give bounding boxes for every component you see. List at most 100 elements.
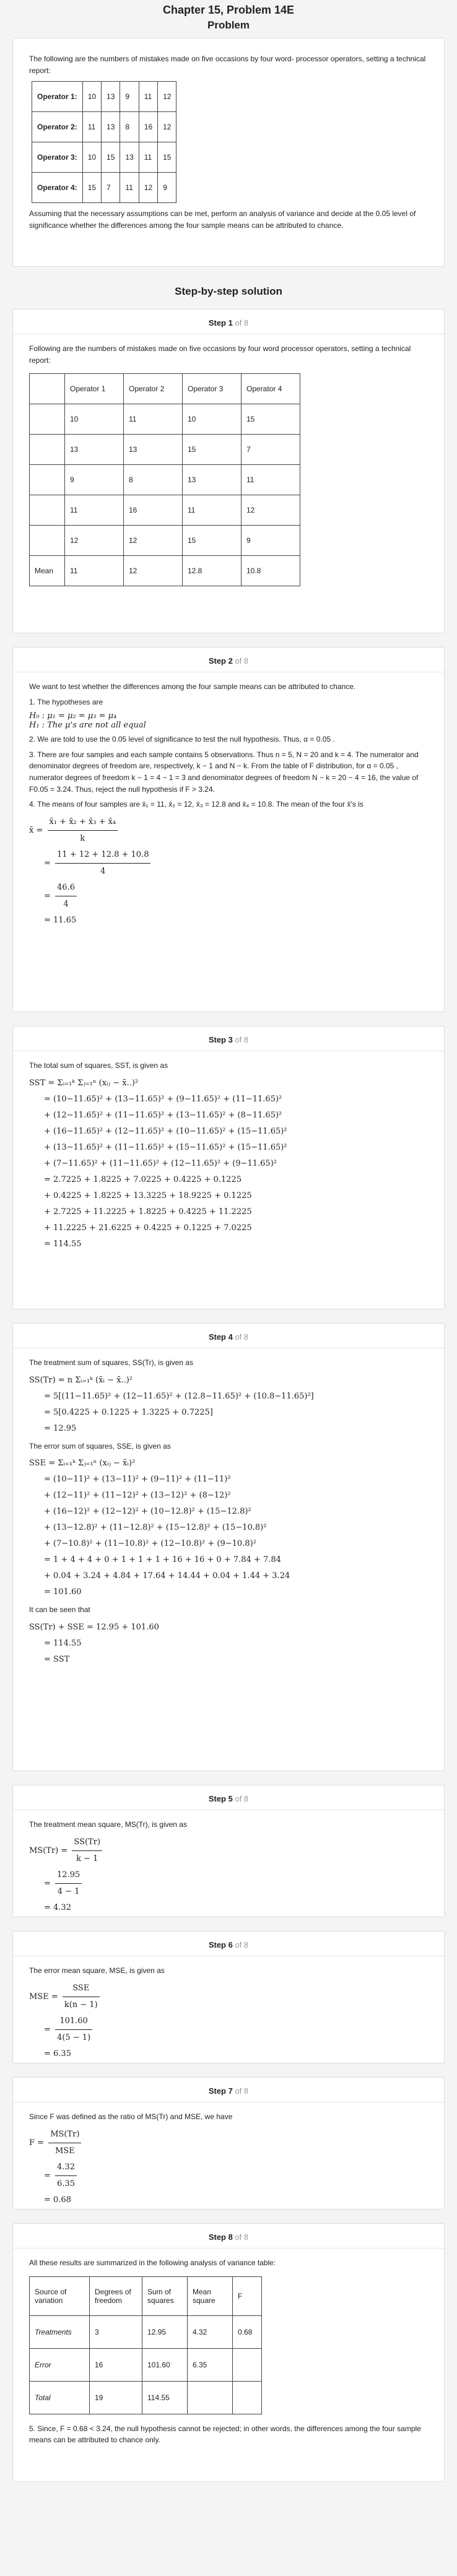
equation-line: = 114.55 [44,1638,82,1648]
table-cell: 12 [157,81,177,113]
equation-line: SSE = Σᵢ₌₁ᵏ Σⱼ₌₁ⁿ (xᵢⱼ − x̄ᵢ)² [29,1459,136,1468]
step-count: of 8 [235,2086,249,2096]
numerator: 12.95 [55,1867,82,1884]
table-row: 9 8 13 11 [29,464,300,496]
step-count: of 8 [235,1035,249,1044]
table-cell: 13 [182,464,242,496]
grand-mean-line-2: = 11 + 12 + 12.8 + 10.8 4 [29,847,428,880]
fraction: 46.6 4 [55,880,77,913]
table-cell: 12.95 [142,2315,188,2349]
conclusion: 5. Since, F = 0.68 < 3.24, the null hypo… [29,2424,421,2445]
table-cell: 10 [64,404,124,435]
table-cell: 0.68 [232,2315,262,2349]
step-label: Step 5 [208,1794,233,1803]
table-cell: 16 [89,2348,142,2382]
step-2-card: Step 2 of 8 We want to test whether the … [12,647,445,1012]
step-7-text: Since F was defined as the ratio of MS(T… [29,2112,233,2121]
problem-heading: Problem [207,19,250,31]
alt-hypothesis: H₁ : The μ's are not all equal [29,721,146,731]
table-cell: 6.35 [187,2348,233,2382]
table-cell [29,404,65,435]
equation-line: + (12−11)² + (11−12)² + (13−12)² + (8−12… [44,1491,231,1501]
table-cell: 13 [101,111,121,143]
step-2-p1: We want to test whether the differences … [29,682,356,691]
table-cell: 10 [182,404,242,435]
step-8-text: All these results are summarized in the … [29,2258,276,2267]
table-row: Operator 1: 10 13 9 11 12 [32,81,177,113]
table-cell: Operator 2: [32,111,83,143]
problem-table: Operator 1: 10 13 9 11 12 Operator 2: 11 13 8 16 12… [32,81,177,204]
step-count: of 8 [235,2232,249,2242]
equation-line: + (13−11.65)² + (11−11.65)² + (15−11.65)… [44,1142,287,1152]
table-cell [29,495,65,526]
step-label: Step 3 [208,1035,233,1044]
denominator: 4 [63,899,69,909]
problem-outro: Assuming that the necessary assumptions … [29,209,416,230]
table-cell: Error [29,2348,90,2382]
table-cell: 9 [120,81,139,113]
problem-intro: The following are the numbers of mistake… [29,54,426,75]
table-header-cell: Operator 2 [123,373,183,405]
equation-line: = 1 + 4 + 4 + 0 + 1 + 1 + 1 + 16 + 16 + … [44,1555,281,1565]
f-line-2: = 4.32 6.35 [29,2159,428,2192]
numerator: SSE [62,1980,100,1997]
step-2-p2: 1. The hypotheses are [29,697,103,706]
mstr-equation: MS(Tr) = SS(Tr) k − 1 [29,1834,428,1867]
step-2-p3: 2. We are told to use the 0.05 level of … [29,735,335,744]
numerator: 11 + 12 + 12.8 + 10.8 [55,847,151,864]
equation-line: = 5[0.4225 + 0.1225 + 1.3225 + 0.7225] [44,1407,213,1417]
table-row: Treatments 3 12.95 4.32 0.68 [29,2315,262,2349]
sstr-equation: SS(Tr) = n Σᵢ₌₁ᵏ (x̄ᵢ − x̄..)² = 5[(11−11… [29,1373,428,1437]
eq-lhs: x̄ = [29,825,43,835]
table-row: 10 11 10 15 [29,404,300,435]
table-cell: 11 [82,111,102,143]
step-4-text-2: The error sum of squares, SSE, is given … [29,1441,171,1451]
step-5-text: The treatment mean square, MS(Tr), is gi… [29,1820,187,1829]
equation-line: + (16−12)² + (12−12)² + (10−12.8)² + (15… [44,1507,251,1517]
equation-line: + 11.2225 + 21.6225 + 0.4225 + 0.1225 + … [44,1223,252,1233]
table-header-cell: Operator 1 [64,373,124,405]
equation-line: + 0.04 + 3.24 + 4.84 + 17.64 + 14.44 + 0… [44,1571,290,1581]
step-count: of 8 [235,318,249,327]
table-cell: 16 [123,495,183,526]
page-title: Chapter 15, Problem 14E [162,4,295,16]
table-row: Operator 2: 11 13 8 16 12 [32,111,177,143]
equation-line: = 5[(11−11.65)² + (12−11.65)² + (12.8−11… [44,1391,314,1401]
numerator: 4.32 [55,2159,77,2176]
table-cell: 101.60 [142,2348,188,2382]
table-cell: 11 [241,464,300,496]
table-cell: 10.8 [241,555,300,587]
equation-line: SS(Tr) = n Σᵢ₌₁ᵏ (x̄ᵢ − x̄..)² [29,1375,133,1385]
table-cell: 15 [101,142,121,173]
table-cell [29,434,65,466]
equation-line: + (12−11.65)² + (11−11.65)² + (13−11.65)… [44,1110,282,1120]
table-header-row: Operator 1 Operator 2 Operator 3 Operator 4 [29,373,300,405]
table-cell: 13 [64,434,124,466]
denominator: k(n − 1) [64,2000,98,2010]
table-cell: 11 [182,495,242,526]
step-3-text: The total sum of squares, SST, is given … [29,1061,168,1070]
table-cell: 11 [138,142,159,173]
table-header-cell: Mean square [187,2276,233,2316]
table-cell: 15 [82,172,102,204]
f-equation: F = MS(Tr) MSE [29,2127,428,2159]
table-cell: Operator 1: [32,81,83,113]
table-row: 11 16 11 12 [29,495,300,526]
step-7-card: Step 7 of 8 Since F was defined as the r… [12,2077,445,2210]
table-cell [29,525,65,557]
denominator: 4 − 1 [57,1886,80,1896]
denominator: k [80,833,85,843]
equation-line: + 2.7225 + 11.2225 + 1.8225 + 0.4225 + 1… [44,1207,252,1216]
eq-lhs: MSE = [29,1992,58,2001]
table-row: Operator 3: 10 15 13 11 15 [32,142,177,173]
numerator: MS(Tr) [48,2127,82,2143]
step-label: Step 1 [208,318,233,327]
table-row: Error 16 101.60 6.35 [29,2348,262,2382]
table-cell: 11 [64,555,124,587]
numerator: x̄₁ + x̄₂ + x̄₃ + x̄₄ [47,814,118,831]
mse-result: = 6.35 [44,2049,71,2058]
solution-heading: Step-by-step solution [175,285,282,297]
table-cell: 12 [157,111,177,143]
table-row: 13 13 15 7 [29,434,300,466]
sum-check-equation: SS(Tr) + SSE = 12.95 + 101.60 = 114.55 = S… [29,1620,428,1668]
